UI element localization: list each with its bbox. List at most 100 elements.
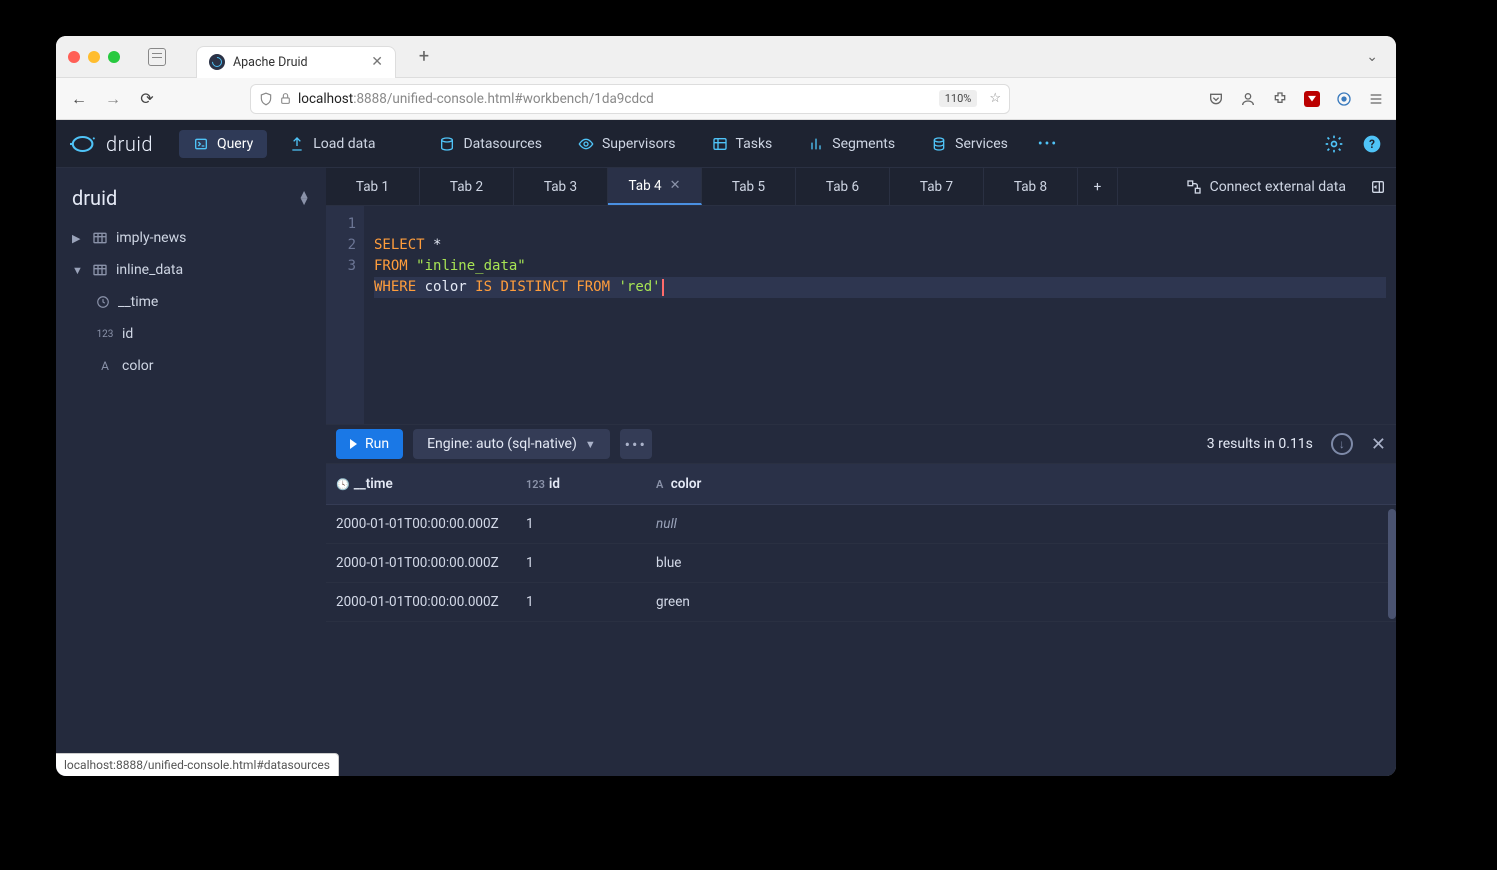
close-results-button[interactable]: ✕ bbox=[1371, 434, 1386, 455]
nav-load-label: Load data bbox=[313, 136, 375, 152]
column-id[interactable]: 123 id bbox=[68, 320, 314, 348]
reload-button[interactable]: ⟳ bbox=[136, 89, 158, 108]
more-button[interactable]: ••• bbox=[620, 429, 652, 459]
sidebar-sort-icon[interactable]: ▲▼ bbox=[298, 191, 310, 205]
logo-text: druid bbox=[106, 132, 153, 156]
close-tab-button[interactable]: ✕ bbox=[371, 54, 383, 70]
datasource-label: inline_data bbox=[116, 262, 183, 278]
close-window-button[interactable] bbox=[68, 51, 80, 63]
tab-5[interactable]: Tab 5 bbox=[702, 168, 796, 205]
string-icon: A bbox=[656, 478, 663, 491]
cell-time: 2000-01-01T00:00:00.000Z bbox=[326, 583, 516, 622]
link-preview: localhost:8888/unified-console.html#data… bbox=[56, 753, 339, 776]
download-button[interactable]: ↓ bbox=[1331, 433, 1353, 455]
datasource-imply-news[interactable]: ▶ imply-news bbox=[68, 224, 314, 252]
druid-app: druid Query Load data Datasources Superv… bbox=[56, 120, 1396, 776]
zoom-badge[interactable]: 110% bbox=[939, 90, 978, 107]
string-type-icon: A bbox=[96, 359, 114, 373]
extensions-icon[interactable] bbox=[1272, 91, 1288, 107]
shield-icon[interactable] bbox=[259, 92, 273, 106]
cell-id: 1 bbox=[516, 583, 646, 622]
engine-label: Engine: auto (sql-native) bbox=[427, 436, 577, 452]
nav-query[interactable]: Query bbox=[179, 130, 267, 158]
tabs-dropdown-icon[interactable]: ⌄ bbox=[1366, 49, 1378, 65]
tab-1[interactable]: Tab 1 bbox=[326, 168, 420, 205]
run-button[interactable]: Run bbox=[336, 429, 403, 459]
connect-label: Connect external data bbox=[1210, 179, 1346, 195]
col-header-color[interactable]: A color bbox=[646, 464, 1396, 505]
nav-more[interactable]: ••• bbox=[1030, 130, 1066, 158]
table-row[interactable]: 2000-01-01T00:00:00.000Z1null bbox=[326, 505, 1396, 544]
svg-text:?: ? bbox=[1369, 137, 1375, 151]
connect-external-data[interactable]: Connect external data bbox=[1172, 168, 1360, 205]
ellipsis-icon: ••• bbox=[1038, 136, 1058, 152]
tab-3[interactable]: Tab 3 bbox=[514, 168, 608, 205]
tab-8[interactable]: Tab 8 bbox=[984, 168, 1078, 205]
engine-select[interactable]: Engine: auto (sql-native) ▼ bbox=[413, 429, 610, 459]
run-label: Run bbox=[365, 436, 389, 452]
new-tab-button[interactable]: + bbox=[412, 45, 436, 69]
sql-editor[interactable]: 1 2 3 SELECT * FROM "inline_data" WHERE … bbox=[326, 206, 1396, 424]
query-icon bbox=[193, 136, 209, 152]
column-time[interactable]: __time bbox=[68, 288, 314, 316]
nav-segments[interactable]: Segments bbox=[794, 130, 909, 158]
ublock-icon[interactable] bbox=[1304, 91, 1320, 107]
play-icon bbox=[350, 439, 357, 449]
datasource-inline-data[interactable]: ▼ inline_data bbox=[68, 256, 314, 284]
nav-datasources[interactable]: Datasources bbox=[425, 130, 556, 158]
lock-icon[interactable] bbox=[279, 92, 292, 105]
query-tabbar: Tab 1 Tab 2 Tab 3 Tab 4✕ Tab 5 Tab 6 Tab… bbox=[326, 168, 1396, 206]
cell-color: null bbox=[646, 505, 1396, 544]
datasources-icon bbox=[439, 136, 455, 152]
druid-logo[interactable]: druid bbox=[70, 130, 153, 158]
code-content[interactable]: SELECT * FROM "inline_data" WHERE color … bbox=[364, 206, 1396, 424]
url-bar[interactable]: localhost:8888/unified-console.html#work… bbox=[250, 84, 1010, 114]
tab-7[interactable]: Tab 7 bbox=[890, 168, 984, 205]
app-header: druid Query Load data Datasources Superv… bbox=[56, 120, 1396, 168]
eye-icon bbox=[578, 136, 594, 152]
nav-supervisors-label: Supervisors bbox=[602, 136, 676, 152]
browser-toolbar: ← → ⟳ localhost:8888/unified-console.htm… bbox=[56, 78, 1396, 120]
services-icon bbox=[931, 136, 947, 152]
pocket-icon[interactable] bbox=[1208, 91, 1224, 107]
browser-tab-title: Apache Druid bbox=[233, 55, 308, 70]
maximize-window-button[interactable] bbox=[108, 51, 120, 63]
tab-6[interactable]: Tab 6 bbox=[796, 168, 890, 205]
account-icon[interactable] bbox=[1240, 91, 1256, 107]
forward-button[interactable]: → bbox=[102, 89, 124, 109]
close-tab-icon[interactable]: ✕ bbox=[670, 178, 681, 193]
bookmark-icon[interactable]: ☆ bbox=[989, 91, 1001, 106]
table-row[interactable]: 2000-01-01T00:00:00.000Z1green bbox=[326, 583, 1396, 622]
settings-icon[interactable] bbox=[1324, 134, 1344, 154]
url-text: localhost:8888/unified-console.html#work… bbox=[298, 91, 654, 107]
tab-2[interactable]: Tab 2 bbox=[420, 168, 514, 205]
nav-tasks[interactable]: Tasks bbox=[698, 130, 787, 158]
nav-supervisors[interactable]: Supervisors bbox=[564, 130, 690, 158]
extension2-icon[interactable] bbox=[1336, 91, 1352, 107]
connect-icon bbox=[1186, 179, 1202, 195]
column-color[interactable]: A color bbox=[68, 352, 314, 380]
col-header-id[interactable]: 123id bbox=[516, 464, 646, 505]
cell-color: blue bbox=[646, 544, 1396, 583]
app-body: druid ▲▼ ▶ imply-news ▼ inline_data __ti… bbox=[56, 168, 1396, 776]
browser-titlebar: Apache Druid ✕ + ⌄ bbox=[56, 36, 1396, 78]
table-icon bbox=[92, 262, 108, 278]
window-controls bbox=[68, 51, 120, 63]
add-tab-button[interactable]: + bbox=[1078, 168, 1118, 205]
tab-4[interactable]: Tab 4✕ bbox=[608, 168, 702, 205]
nav-load-data[interactable]: Load data bbox=[275, 130, 389, 158]
col-header-time[interactable]: 🕓__time bbox=[326, 464, 516, 505]
menu-icon[interactable] bbox=[1368, 91, 1384, 107]
scrollbar-thumb[interactable] bbox=[1388, 509, 1396, 619]
back-button[interactable]: ← bbox=[68, 89, 90, 109]
results-table: 🕓__time 123id A color 2000-01-01T00:00:0… bbox=[326, 464, 1396, 622]
sidebar-title: druid bbox=[72, 186, 117, 210]
browser-tab-active[interactable]: Apache Druid ✕ bbox=[196, 46, 396, 78]
main-panel: Tab 1 Tab 2 Tab 3 Tab 4✕ Tab 5 Tab 6 Tab… bbox=[326, 168, 1396, 776]
panel-toggle-button[interactable] bbox=[1360, 168, 1396, 205]
table-row[interactable]: 2000-01-01T00:00:00.000Z1blue bbox=[326, 544, 1396, 583]
minimize-window-button[interactable] bbox=[88, 51, 100, 63]
help-icon[interactable]: ? bbox=[1362, 134, 1382, 154]
tab-overview-icon[interactable] bbox=[148, 48, 166, 66]
nav-services[interactable]: Services bbox=[917, 130, 1022, 158]
